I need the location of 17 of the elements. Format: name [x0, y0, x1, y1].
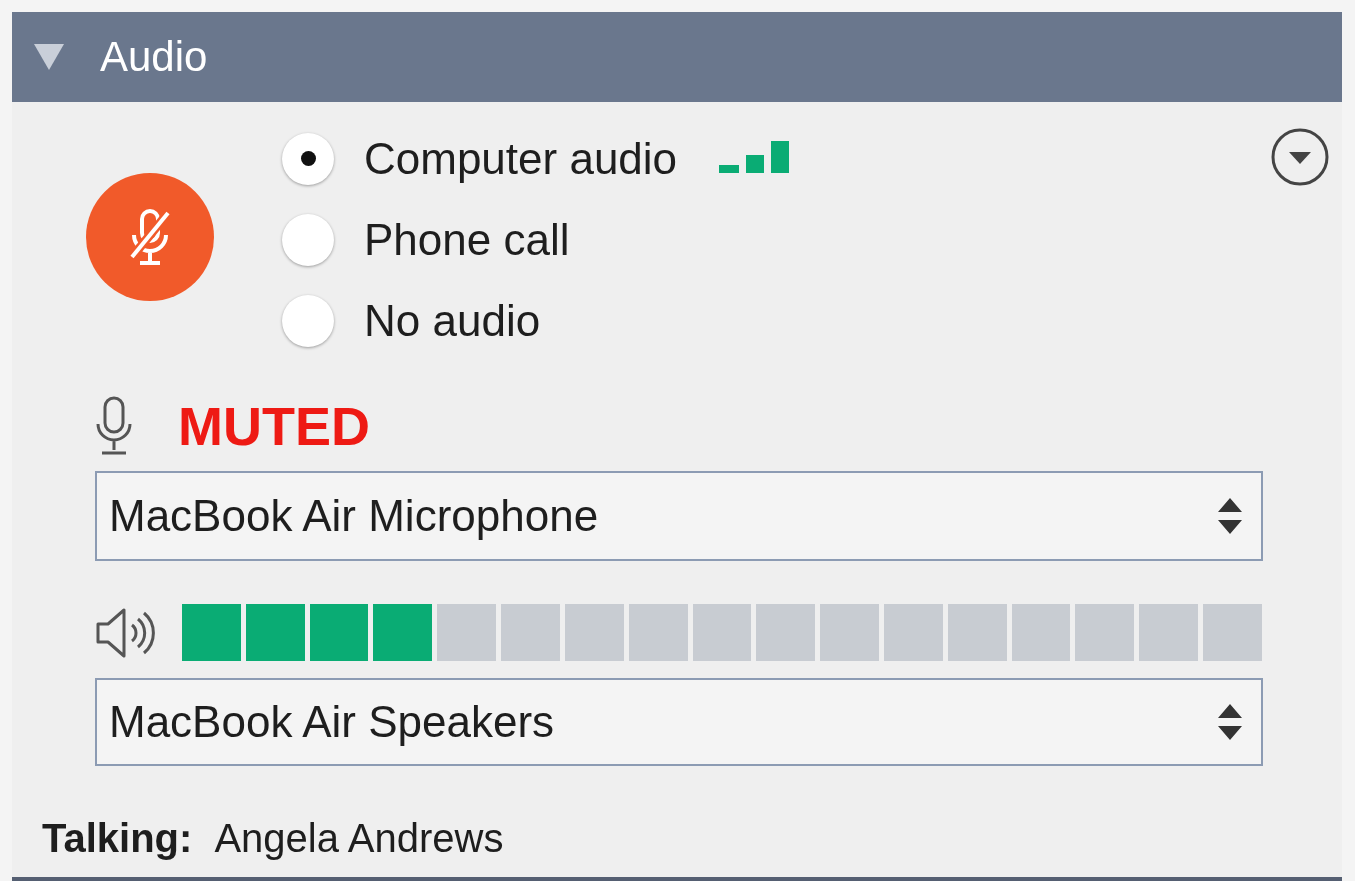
audio-option-radio[interactable]: Phone call: [282, 199, 798, 280]
speaker-select[interactable]: MacBook Air Speakers: [95, 678, 1263, 766]
audio-option-radio[interactable]: Computer audio: [282, 118, 798, 199]
audio-option-radio[interactable]: No audio: [282, 280, 798, 361]
section-header[interactable]: Audio: [12, 12, 1342, 102]
section-title: Audio: [100, 33, 208, 81]
up-down-arrows-icon: [1217, 702, 1243, 742]
microphone-icon: [94, 396, 134, 456]
talking-label: Talking:: [42, 816, 193, 861]
talking-name: Angela Andrews: [214, 816, 504, 861]
radio-indicator[interactable]: [282, 132, 334, 185]
collapse-triangle-icon[interactable]: [34, 44, 64, 70]
muted-status: MUTED: [178, 395, 370, 457]
microphone-select[interactable]: MacBook Air Microphone: [95, 471, 1263, 561]
up-down-arrows-icon: [1217, 496, 1243, 536]
radio-indicator[interactable]: [282, 213, 334, 266]
radio-indicator[interactable]: [282, 294, 334, 347]
